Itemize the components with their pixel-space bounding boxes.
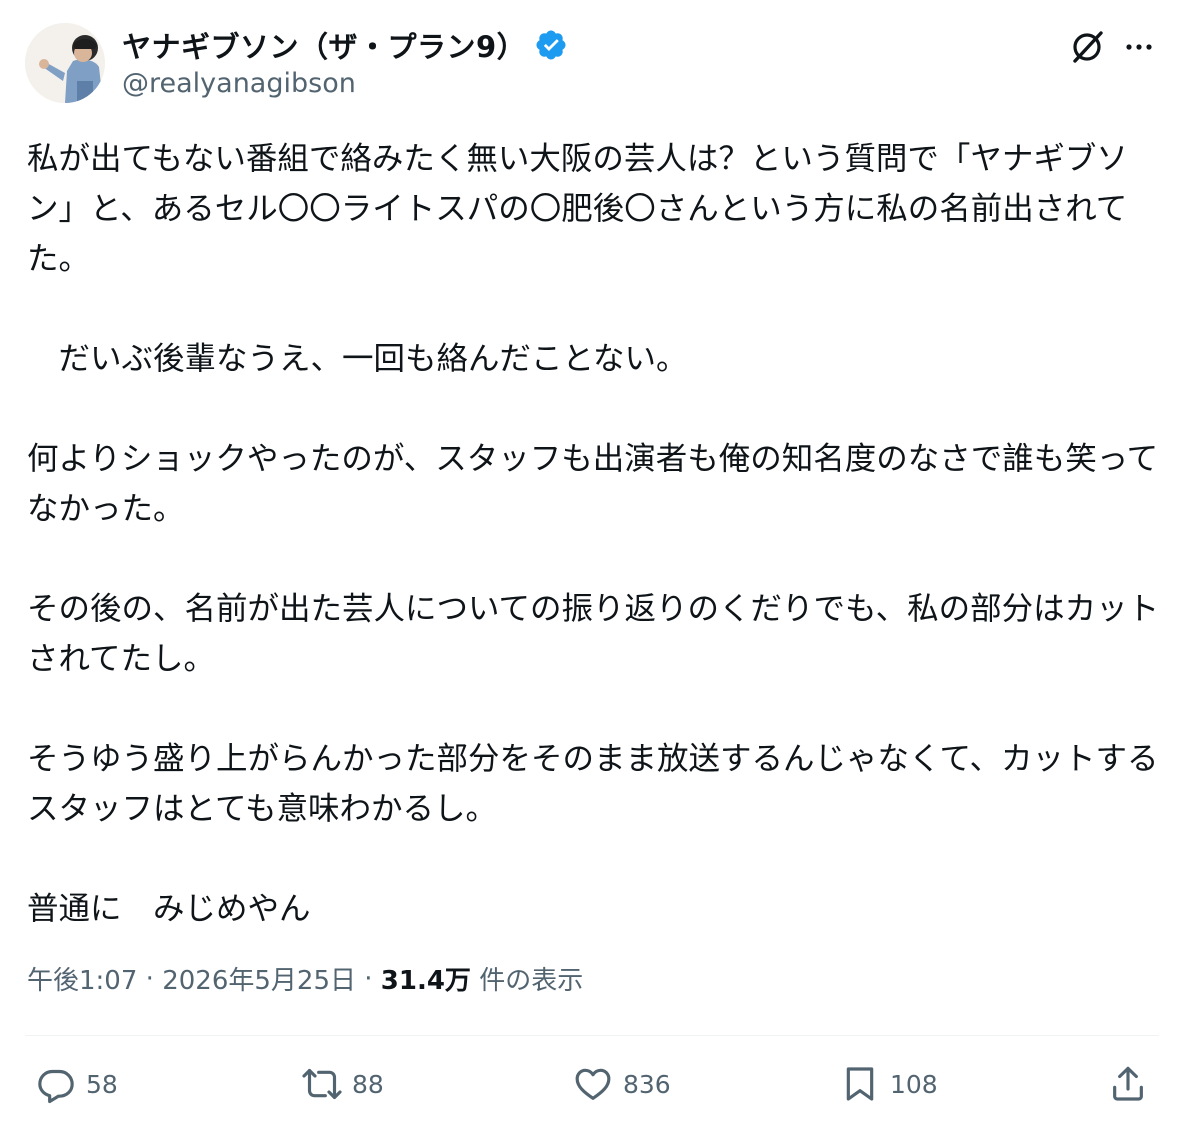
post-paragraph: 何よりショックやったのが、スタッフも出演者も俺の知名度のなさで誰も笑ってなかった…: [27, 441, 1159, 527]
post-paragraph: そうゆう盛り上がらんかった部分をそのまま放送するんじゃなくて、カットするスタッフ…: [27, 741, 1159, 827]
more-options-icon[interactable]: [1120, 28, 1158, 66]
post-time[interactable]: 午後1:07: [27, 960, 137, 997]
post-detail: ヤナギブソン（ザ・プラン9） @realyanagibson 私が出てもない番組…: [0, 0, 1196, 1128]
reply-icon: [38, 1069, 74, 1104]
action-bar: 58 88 836 108: [0, 1060, 1196, 1110]
share-button[interactable]: [1108, 1064, 1148, 1104]
repost-icon: [302, 1068, 342, 1100]
like-count: 836: [623, 1069, 671, 1099]
verified-badge-icon[interactable]: [534, 28, 568, 62]
repost-count: 88: [352, 1069, 384, 1099]
avatar-image: [25, 23, 105, 103]
author-handle[interactable]: @realyanagibson: [122, 68, 356, 99]
bookmark-icon: [846, 1067, 874, 1101]
grok-icon[interactable]: [1068, 28, 1106, 66]
meta-separator: ·: [355, 963, 381, 994]
post-paragraph: 私が出てもない番組で絡みたく無い大阪の芸人は？という質問で「ヤナギブソン」と、あ…: [27, 141, 1128, 277]
post-date[interactable]: 2026年5月25日: [162, 960, 356, 997]
author-display-name[interactable]: ヤナギブソン（ザ・プラン9）: [122, 24, 526, 66]
bookmark-button[interactable]: 108: [840, 1064, 938, 1104]
post-paragraph: だいぶ後輩なうえ、一回も絡んだことない。: [27, 341, 688, 377]
repost-button[interactable]: 88: [302, 1064, 384, 1104]
reply-button[interactable]: 58: [36, 1064, 118, 1104]
views-label: 件の表示: [470, 966, 584, 996]
reply-count: 58: [86, 1069, 118, 1099]
meta-separator: ·: [137, 963, 163, 994]
post-text: 私が出てもない番組で絡みたく無い大阪の芸人は？という質問で「ヤナギブソン」と、あ…: [27, 134, 1167, 934]
divider: [25, 1035, 1159, 1036]
heart-icon: [575, 1068, 611, 1100]
post-meta: 午後1:07 · 2026年5月25日 · 31.4万 件の表示: [27, 960, 583, 997]
avatar[interactable]: [25, 23, 105, 103]
like-button[interactable]: 836: [573, 1064, 671, 1104]
share-icon: [1113, 1066, 1143, 1101]
author-name-row: ヤナギブソン（ザ・プラン9）: [122, 24, 568, 66]
post-paragraph: 普通に みじめやん: [27, 891, 311, 927]
bookmark-count: 108: [890, 1069, 938, 1099]
views-count[interactable]: 31.4万: [381, 960, 471, 997]
post-paragraph: その後の、名前が出た芸人についての振り返りのくだりでも、私の部分はカットされてた…: [27, 591, 1160, 677]
